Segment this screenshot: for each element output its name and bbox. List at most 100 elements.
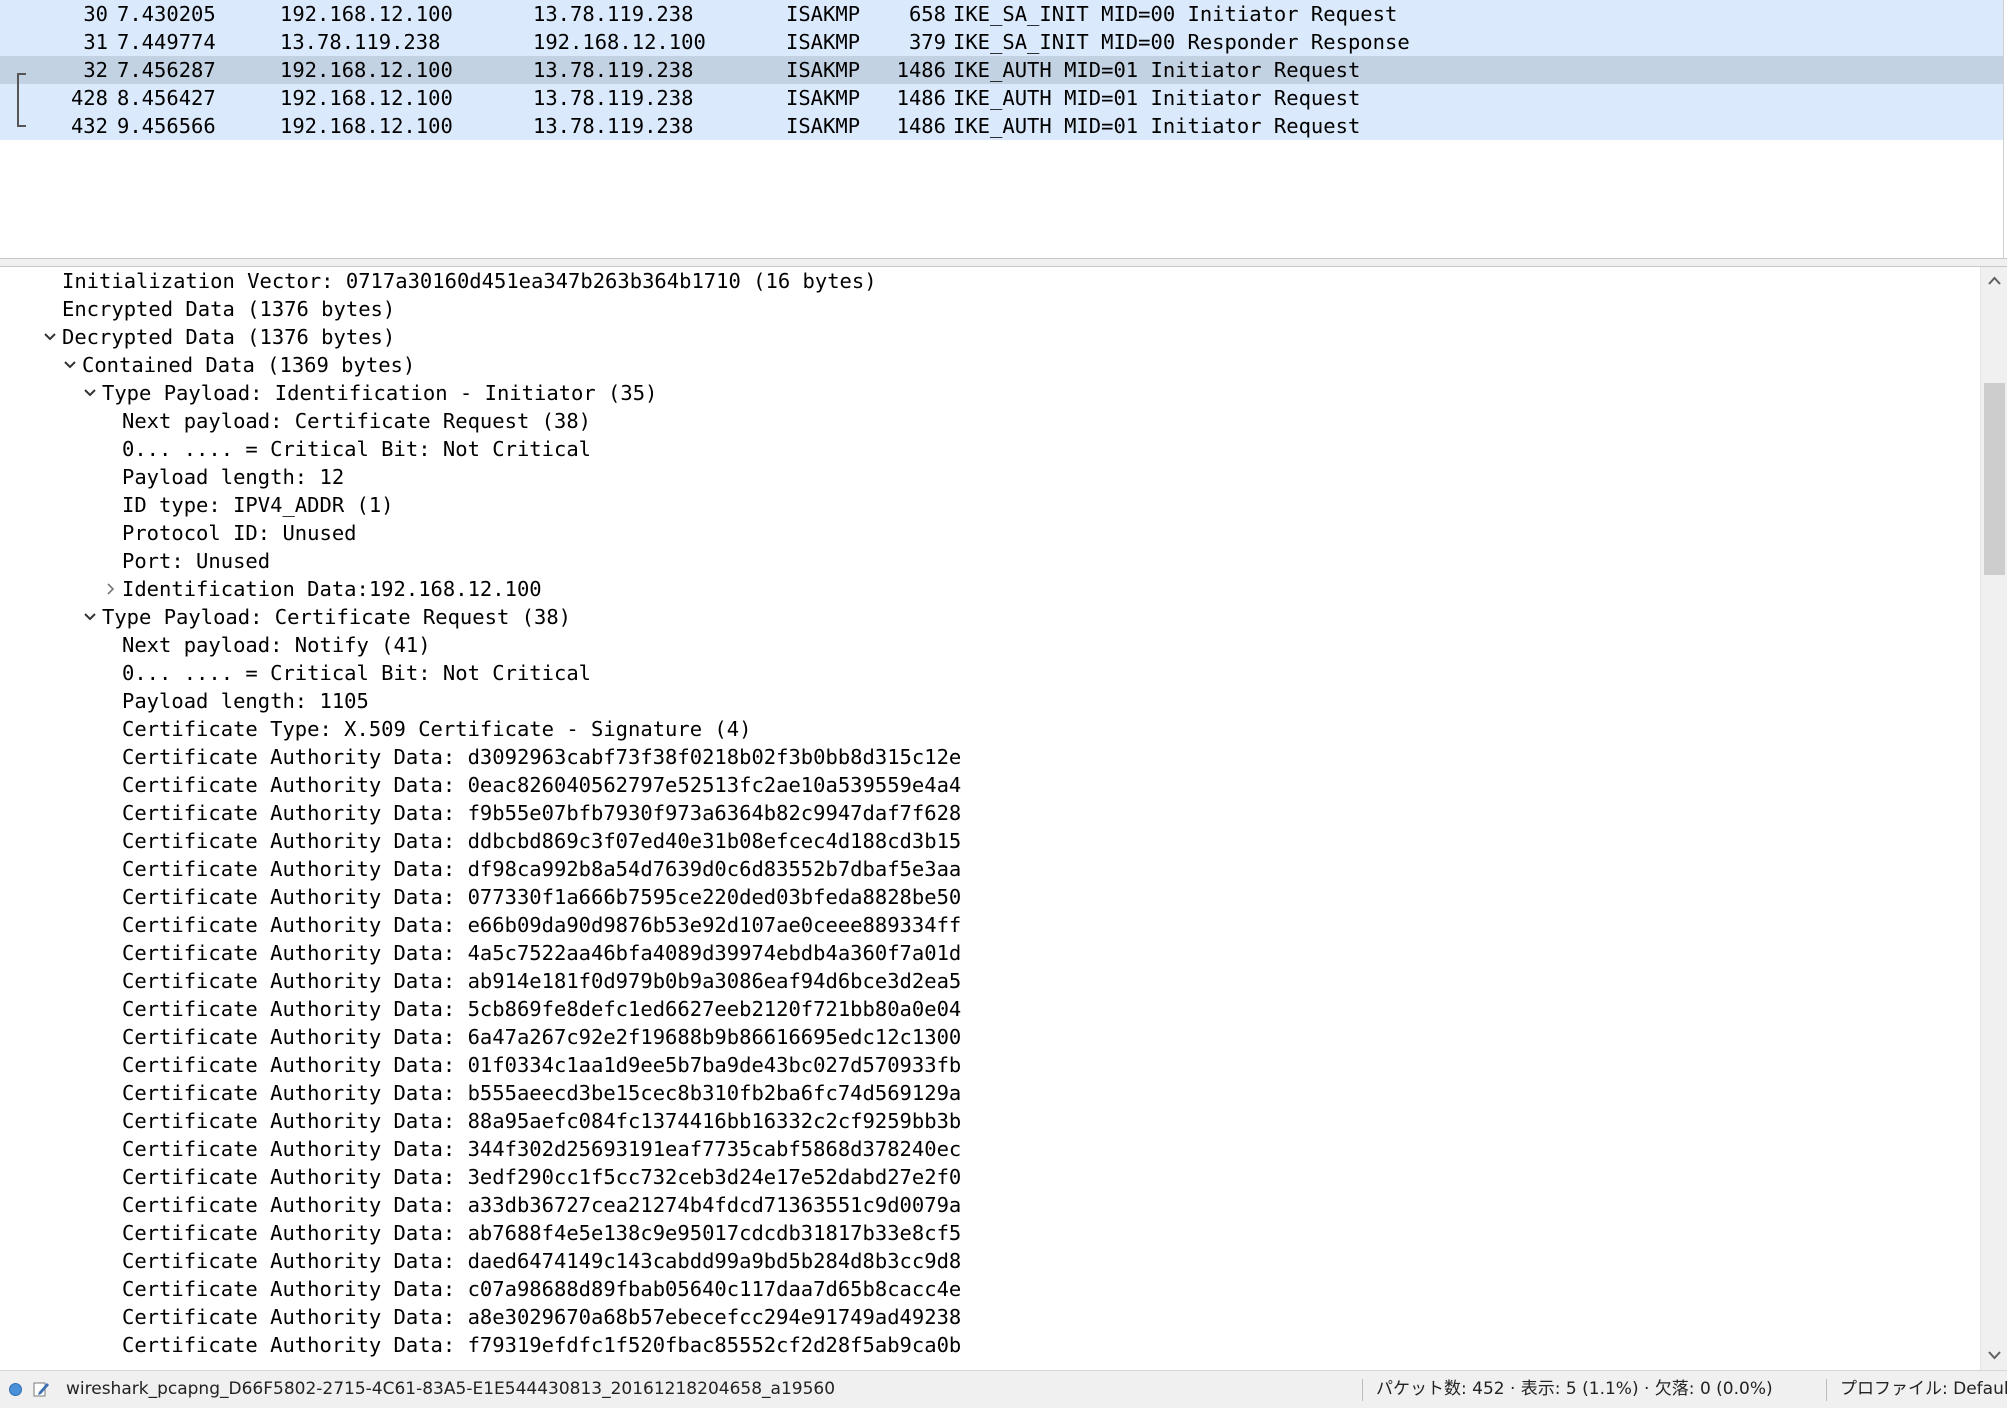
detail-tree-item[interactable]: Certificate Authority Data: c07a98688d89… [0,1275,1980,1303]
packet-row-selected[interactable]: 32 7.456287 192.168.12.100 13.78.119.238 ISA… [0,56,2003,84]
detail-tree-label: Certificate Authority Data: b555aeecd3be… [122,1081,962,1105]
detail-tree-item[interactable]: Certificate Authority Data: f9b55e07bfb7… [0,799,1980,827]
detail-tree-item[interactable]: Initialization Vector: 0717a30160d451ea3… [0,267,1980,295]
detail-tree-item[interactable]: Certificate Authority Data: 6a47a267c92e… [0,1023,1980,1051]
packet-destination: 13.78.119.238 [533,2,694,26]
detail-tree-item[interactable]: Certificate Authority Data: 3edf290cc1f5… [0,1163,1980,1191]
packet-protocol: ISAKMP [786,114,861,138]
packet-protocol: ISAKMP [786,30,861,54]
detail-tree-label: Payload length: 12 [122,465,345,489]
detail-tree-item[interactable]: Certificate Authority Data: a33db36727ce… [0,1191,1980,1219]
packet-row[interactable]: 31 7.449774 13.78.119.238 192.168.12.100 ISA… [0,28,2003,56]
detail-tree-item[interactable]: Port: Unused [0,547,1980,575]
scroll-down-arrow-icon[interactable] [1981,1345,2007,1369]
profile-selector[interactable]: プロファイル: Default [1840,1371,2007,1408]
edit-comment-icon[interactable] [32,1380,50,1398]
detail-tree-item[interactable]: Certificate Authority Data: 344f302d2569… [0,1135,1980,1163]
packet-destination: 13.78.119.238 [533,58,694,82]
status-bar: wireshark_pcapng_D66F5802-2715-4C61-83A5… [0,1370,2007,1408]
chevron-down-icon[interactable] [80,603,100,631]
packet-source: 192.168.12.100 [280,2,453,26]
detail-tree-item[interactable]: Decrypted Data (1376 bytes) [0,323,1980,351]
packet-time: 7.449774 [117,30,216,54]
detail-tree-item[interactable]: Next payload: Notify (41) [0,631,1980,659]
detail-tree-label: Certificate Authority Data: daed6474149c… [122,1249,962,1273]
packet-protocol: ISAKMP [786,86,861,110]
detail-tree-item[interactable]: Protocol ID: Unused [0,519,1980,547]
pane-splitter[interactable] [0,258,2007,267]
packet-time: 7.456287 [117,58,216,82]
detail-tree-label: Type Payload: Certificate Request (38) [102,605,571,629]
detail-tree-label: Payload length: 1105 [122,689,369,713]
detail-tree-item[interactable]: Type Payload: Certificate Request (38) [0,603,1980,631]
detail-tree-item[interactable]: Type Payload: Identification - Initiator… [0,379,1980,407]
packet-row[interactable]: 30 7.430205 192.168.12.100 13.78.119.238 ISA… [0,0,2003,28]
detail-tree-label: Initialization Vector: 0717a30160d451ea3… [62,269,877,293]
packet-destination: 13.78.119.238 [533,114,694,138]
packet-details-tree[interactable]: Initialization Vector: 0717a30160d451ea3… [0,267,1980,1370]
chevron-down-icon[interactable] [80,379,100,407]
detail-tree-label: Next payload: Certificate Request (38) [122,409,591,433]
detail-tree-item[interactable]: Certificate Authority Data: b555aeecd3be… [0,1079,1980,1107]
chevron-right-icon[interactable] [100,575,120,603]
detail-tree-item[interactable]: Certificate Authority Data: 4a5c7522aa46… [0,939,1980,967]
detail-tree-label: Certificate Authority Data: 0eac82604056… [122,773,962,797]
packet-source: 192.168.12.100 [280,58,453,82]
detail-tree-item[interactable]: Certificate Authority Data: daed6474149c… [0,1247,1980,1275]
detail-tree-item[interactable]: Payload length: 12 [0,463,1980,491]
detail-tree-item[interactable]: Certificate Authority Data: f79319efdfc1… [0,1331,1980,1359]
scrollbar-thumb[interactable] [1984,383,2005,575]
chevron-down-icon[interactable] [40,323,60,351]
ready-status-icon[interactable] [9,1383,22,1396]
detail-tree-label: Certificate Authority Data: e66b09da90d9… [122,913,962,937]
detail-tree-label: Next payload: Notify (41) [122,633,431,657]
detail-tree-label: Certificate Authority Data: ab914e181f0d… [122,969,962,993]
detail-tree-label: Certificate Authority Data: 6a47a267c92e… [122,1025,962,1049]
details-vertical-scrollbar[interactable] [1980,267,2007,1370]
detail-tree-item[interactable]: Certificate Type: X.509 Certificate - Si… [0,715,1980,743]
detail-tree-item[interactable]: Payload length: 1105 [0,687,1980,715]
detail-tree-item[interactable]: Next payload: Certificate Request (38) [0,407,1980,435]
scroll-up-arrow-icon[interactable] [1981,271,2007,295]
chevron-down-icon[interactable] [60,351,80,379]
detail-tree-item[interactable]: Certificate Authority Data: 5cb869fe8def… [0,995,1980,1023]
detail-tree-label: Certificate Authority Data: f79319efdfc1… [122,1333,962,1357]
packet-info: IKE_AUTH MID=01 Initiator Request [953,86,1361,110]
packet-source: 192.168.12.100 [280,114,453,138]
detail-tree-label: Certificate Authority Data: df98ca992b8a… [122,857,962,881]
detail-tree-label: Certificate Authority Data: d3092963cabf… [122,745,962,769]
packet-info: IKE_SA_INIT MID=00 Responder Response [953,30,1410,54]
detail-tree-label: Certificate Authority Data: 344f302d2569… [122,1137,962,1161]
packet-time: 9.456566 [117,114,216,138]
detail-tree-item[interactable]: Identification Data:192.168.12.100 [0,575,1980,603]
detail-tree-item[interactable]: Encrypted Data (1376 bytes) [0,295,1980,323]
detail-tree-item[interactable]: Certificate Authority Data: a8e3029670a6… [0,1303,1980,1331]
packet-statistics: パケット数: 452 · 表示: 5 (1.1%) · 欠落: 0 (0.0%) [1376,1379,1773,1399]
detail-tree-item[interactable]: Certificate Authority Data: 0eac82604056… [0,771,1980,799]
detail-tree-label: Certificate Type: X.509 Certificate - Si… [122,717,752,741]
detail-tree-item[interactable]: Certificate Authority Data: 88a95aefc084… [0,1107,1980,1135]
detail-tree-item[interactable]: Certificate Authority Data: ab914e181f0d… [0,967,1980,995]
detail-tree-item[interactable]: Certificate Authority Data: d3092963cabf… [0,743,1980,771]
packet-info: IKE_SA_INIT MID=00 Initiator Request [953,2,1398,26]
detail-tree-item[interactable]: Certificate Authority Data: 077330f1a666… [0,883,1980,911]
detail-tree-item[interactable]: Contained Data (1369 bytes) [0,351,1980,379]
detail-tree-label: Encrypted Data (1376 bytes) [62,297,396,321]
capture-file-name: wireshark_pcapng_D66F5802-2715-4C61-83A5… [66,1379,836,1399]
packet-destination: 192.168.12.100 [533,30,706,54]
packet-row[interactable]: 432 9.456566 192.168.12.100 13.78.119.238 IS… [0,112,2003,140]
packet-number: 30 [83,2,108,26]
detail-tree-item[interactable]: ID type: IPV4_ADDR (1) [0,491,1980,519]
packet-info: IKE_AUTH MID=01 Initiator Request [953,114,1361,138]
detail-tree-item[interactable]: Certificate Authority Data: e66b09da90d9… [0,911,1980,939]
packet-info: IKE_AUTH MID=01 Initiator Request [953,58,1361,82]
packet-list-pane[interactable]: 30 7.430205 192.168.12.100 13.78.119.238 ISA… [0,0,2004,258]
detail-tree-item[interactable]: Certificate Authority Data: ddbcbd869c3f… [0,827,1980,855]
detail-tree-label: Contained Data (1369 bytes) [82,353,416,377]
packet-row[interactable]: 428 8.456427 192.168.12.100 13.78.119.238 IS… [0,84,2003,112]
detail-tree-item[interactable]: Certificate Authority Data: ab7688f4e5e1… [0,1219,1980,1247]
detail-tree-item[interactable]: Certificate Authority Data: 01f0334c1aa1… [0,1051,1980,1079]
detail-tree-item[interactable]: Certificate Authority Data: df98ca992b8a… [0,855,1980,883]
detail-tree-item[interactable]: 0... .... = Critical Bit: Not Critical [0,435,1980,463]
detail-tree-item[interactable]: 0... .... = Critical Bit: Not Critical [0,659,1980,687]
